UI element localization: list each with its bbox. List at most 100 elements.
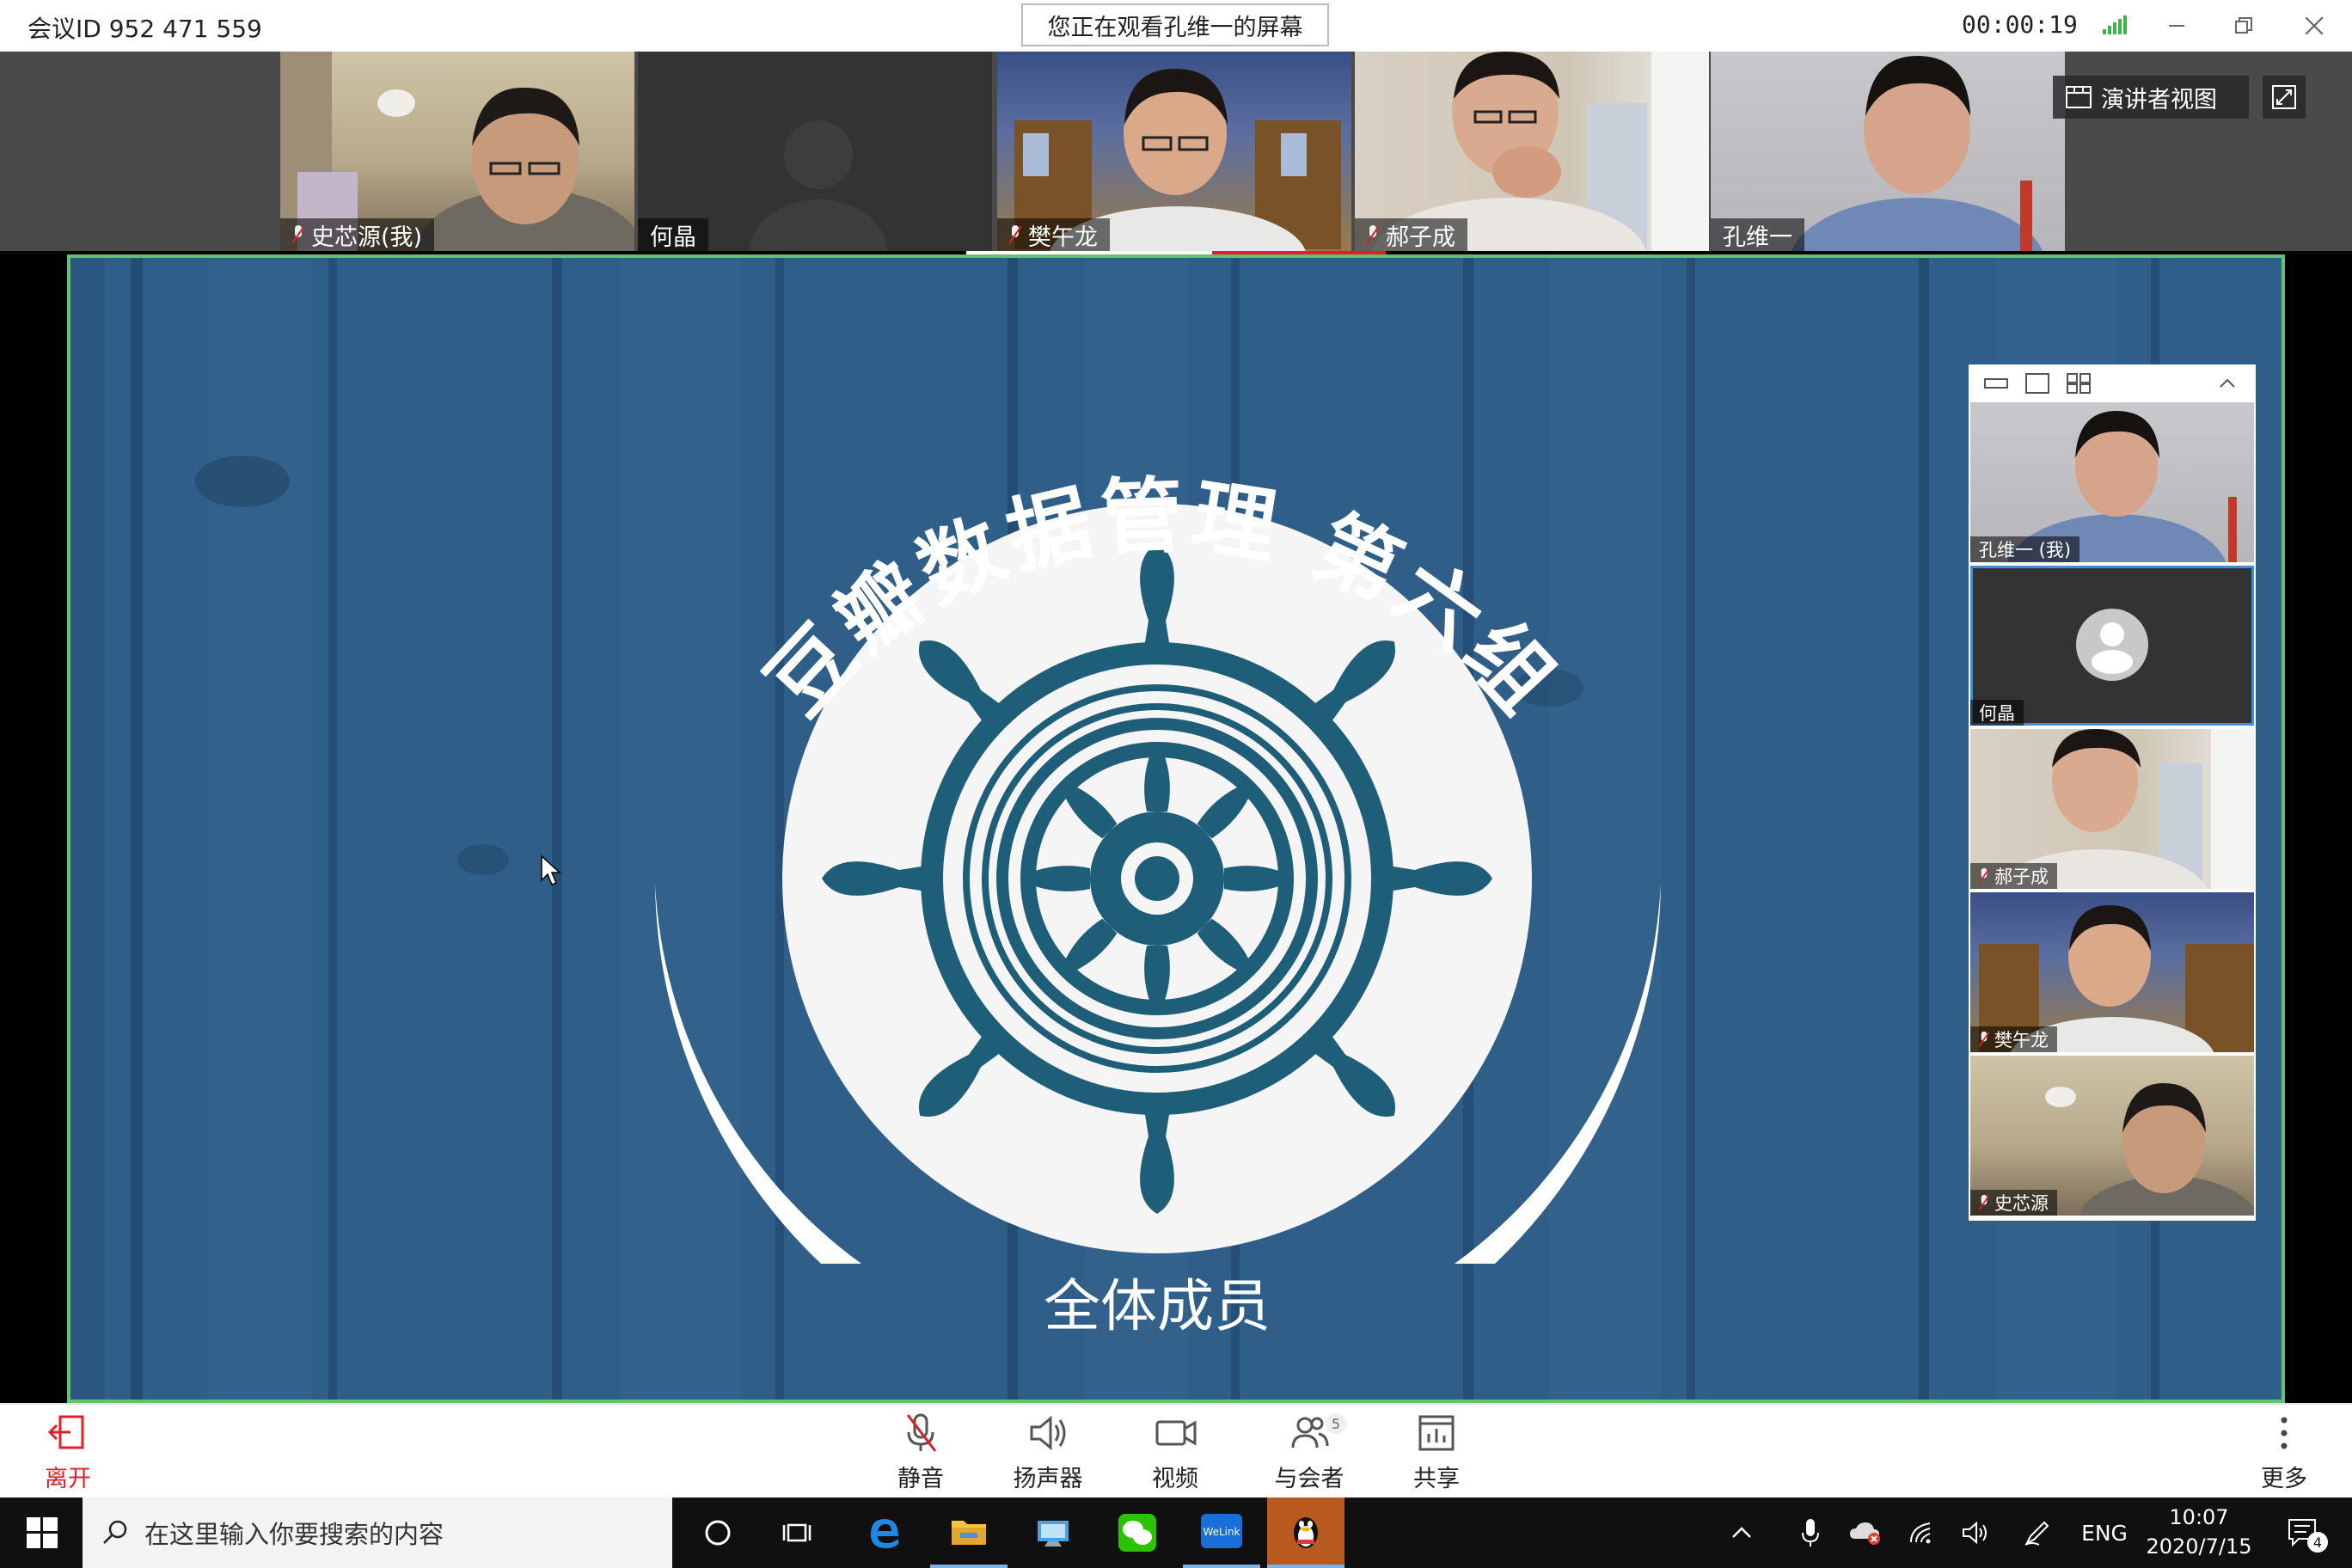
gallery-tile[interactable]: 何晶 xyxy=(1970,566,2254,726)
windows-logo-icon xyxy=(27,1517,58,1548)
leave-icon xyxy=(47,1415,84,1449)
participant-name-label: 史芯源 xyxy=(1970,1190,2057,1216)
participant-name-label: 樊午龙 xyxy=(997,218,1110,251)
taskbar-wechat[interactable] xyxy=(1099,1498,1176,1568)
tray-volume[interactable] xyxy=(1951,1498,2000,1568)
participant-tile[interactable]: 史芯源(我) xyxy=(280,52,634,251)
cloud-error-icon xyxy=(1850,1522,1880,1545)
participant-name: 孔维一 xyxy=(1723,224,1792,251)
edge-browser-icon xyxy=(871,1519,898,1548)
gallery-tile[interactable]: 孔维一 (我) xyxy=(1970,402,2254,562)
tray-pen[interactable] xyxy=(2012,1498,2063,1568)
expand-icon xyxy=(2272,85,2296,109)
clock-time: 10:07 xyxy=(2169,1505,2229,1529)
volume-icon xyxy=(1963,1521,1987,1545)
pen-icon xyxy=(2024,1521,2049,1546)
speaker-label: 扬声器 xyxy=(1013,1466,1083,1492)
single-view-icon[interactable] xyxy=(1984,375,2008,392)
speaker-view-button[interactable]: 演讲者视图 xyxy=(2053,76,2249,119)
restore-icon xyxy=(2235,17,2252,34)
slide-subtitle: 全体成员 xyxy=(1044,1273,1271,1339)
share-label: 共享 xyxy=(1413,1466,1460,1492)
participant-name: 郝子成 xyxy=(1994,867,2049,887)
close-button[interactable] xyxy=(2295,7,2333,45)
speaker-view-label: 演讲者视图 xyxy=(2101,86,2217,113)
cortana-button[interactable] xyxy=(679,1498,756,1568)
participant-tile[interactable]: 樊午龙 xyxy=(997,52,1351,251)
mute-button[interactable]: 静音 xyxy=(856,1410,985,1496)
search-icon xyxy=(103,1520,127,1544)
participant-name: 樊午龙 xyxy=(1028,224,1098,251)
gallery-tile[interactable]: 史芯源 xyxy=(1970,1056,2254,1216)
signal-strength-icon[interactable] xyxy=(2103,15,2127,34)
share-screen-icon xyxy=(1418,1415,1455,1451)
grid-view-icon[interactable] xyxy=(2067,373,2091,394)
tray-onedrive[interactable] xyxy=(1840,1498,1891,1568)
participant-tile[interactable]: 孔维一 xyxy=(1711,52,2065,251)
welink-icon: WeLink xyxy=(1201,1514,1242,1548)
tray-network[interactable] xyxy=(1898,1498,1946,1568)
participant-name-label: 孔维一 xyxy=(1711,218,1804,251)
notification-count-badge: 4 xyxy=(2307,1532,2328,1553)
muted-mic-icon xyxy=(1979,867,1989,884)
participant-name: 何晶 xyxy=(1979,703,2015,724)
speaker-button[interactable]: 扬声器 xyxy=(983,1410,1112,1496)
leave-button[interactable]: 离开 xyxy=(3,1410,132,1496)
taskbar-edge[interactable] xyxy=(846,1498,923,1568)
more-label: 更多 xyxy=(2261,1466,2307,1492)
microphone-icon xyxy=(1802,1519,1819,1547)
gallery-tile[interactable]: 樊午龙 xyxy=(1970,892,2254,1052)
minimize-button[interactable] xyxy=(2158,7,2196,45)
taskbar-clock[interactable]: 10:07 2020/7/15 xyxy=(2130,1503,2268,1565)
participant-name: 史芯源 xyxy=(1994,1193,2049,1214)
participants-count-badge: 5 xyxy=(1326,1413,1346,1434)
leave-label: 离开 xyxy=(45,1466,91,1492)
taskbar-app[interactable] xyxy=(1014,1498,1092,1568)
participant-name: 郝子成 xyxy=(1386,224,1455,251)
speaker-view-icon[interactable] xyxy=(2025,373,2049,394)
search-placeholder: 在这里输入你要搜索的内容 xyxy=(144,1520,444,1549)
participants-icon xyxy=(1291,1417,1329,1449)
mute-label: 静音 xyxy=(897,1466,944,1492)
taskbar-qq[interactable] xyxy=(1267,1498,1344,1568)
muted-microphone-icon xyxy=(906,1413,937,1452)
input-language[interactable]: ENG xyxy=(2070,1498,2139,1568)
video-button[interactable]: 视频 xyxy=(1111,1410,1240,1496)
chevron-up-icon xyxy=(1732,1527,1751,1538)
speaker-icon xyxy=(1030,1415,1066,1451)
muted-mic-icon xyxy=(1009,225,1021,244)
taskbar-welink[interactable]: WeLink xyxy=(1183,1498,1260,1568)
task-view-icon xyxy=(782,1523,812,1542)
participant-name-label: 郝子成 xyxy=(1970,863,2057,889)
more-button[interactable]: 更多 xyxy=(2220,1410,2349,1496)
taskbar-file-explorer[interactable] xyxy=(930,1498,1008,1568)
restore-button[interactable] xyxy=(2225,7,2263,45)
gallery-tile[interactable]: 郝子成 xyxy=(1970,729,2254,889)
gallery-header xyxy=(1969,364,2256,401)
taskbar-search[interactable]: 在这里输入你要搜索的内容 xyxy=(83,1498,672,1568)
meeting-id: 会议ID 952 471 559 xyxy=(28,15,262,43)
participant-name: 史芯源(我) xyxy=(311,224,423,251)
ship-wheel-icon xyxy=(822,543,1492,1214)
fullscreen-button[interactable] xyxy=(2263,76,2306,119)
action-center-button[interactable]: 4 xyxy=(2269,1498,2338,1568)
gallery-panel: 孔维一 (我) 何晶 郝子成 樊午龙 史芯源 xyxy=(1969,364,2256,1221)
tray-overflow-button[interactable] xyxy=(1719,1498,1764,1568)
collapse-chevron-icon[interactable] xyxy=(2218,375,2237,392)
clock-date: 2020/7/15 xyxy=(2146,1534,2252,1559)
participant-tile[interactable]: 何晶 xyxy=(638,52,992,251)
video-label: 视频 xyxy=(1152,1466,1198,1492)
tray-microphone[interactable] xyxy=(1786,1498,1834,1568)
participant-tile[interactable]: 郝子成 xyxy=(1355,52,1709,251)
viewing-screen-indicator[interactable]: 您正在观看孔维一的屏幕 xyxy=(1021,3,1329,46)
close-icon xyxy=(2305,16,2324,35)
participant-name: 孔维一 (我) xyxy=(1979,540,2072,560)
participants-button[interactable]: 5 与会者 xyxy=(1245,1410,1374,1496)
start-button[interactable] xyxy=(3,1498,81,1568)
participant-name-label: 何晶 xyxy=(1970,700,2024,726)
share-button[interactable]: 共享 xyxy=(1372,1410,1501,1496)
shared-screen[interactable]: 豆瓣数据管理 第六组 全体成员 xyxy=(67,254,2285,1403)
minimize-icon xyxy=(2169,25,2184,27)
task-view-button[interactable] xyxy=(758,1498,836,1568)
qq-penguin-icon xyxy=(1294,1517,1318,1548)
